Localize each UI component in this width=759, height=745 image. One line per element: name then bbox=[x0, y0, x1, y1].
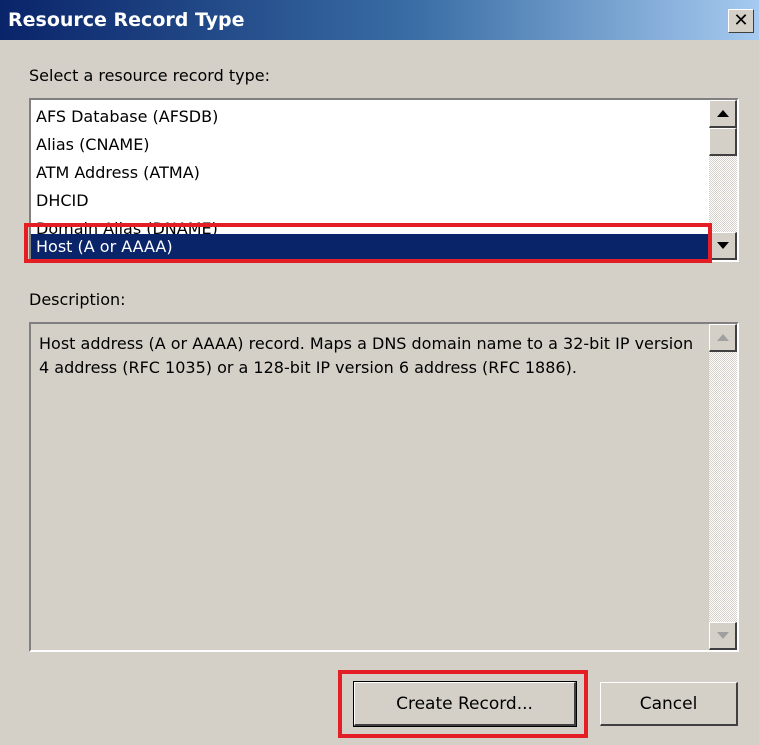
arrow-down-icon bbox=[716, 632, 729, 639]
description-label: Description: bbox=[29, 290, 126, 309]
description-scrollbar bbox=[709, 324, 737, 650]
record-type-label: Select a resource record type: bbox=[29, 66, 270, 85]
close-button[interactable]: ✕ bbox=[728, 9, 754, 33]
list-scroll-thumb[interactable] bbox=[709, 128, 737, 156]
arrow-up-icon bbox=[716, 334, 729, 341]
list-item-afsdb[interactable]: AFS Database (AFSDB) bbox=[31, 104, 711, 132]
title-bar: Resource Record Type ✕ bbox=[0, 0, 759, 40]
list-item-cname[interactable]: Alias (CNAME) bbox=[31, 132, 711, 160]
window-title: Resource Record Type bbox=[8, 9, 245, 31]
arrow-down-icon bbox=[716, 242, 729, 249]
cancel-button[interactable]: Cancel bbox=[600, 682, 738, 726]
desc-scroll-down-button bbox=[709, 622, 737, 650]
description-text: Host address (A or AAAA) record. Maps a … bbox=[39, 334, 694, 377]
desc-scroll-up-button bbox=[709, 324, 737, 352]
list-item-atma[interactable]: ATM Address (ATMA) bbox=[31, 160, 711, 188]
list-scroll-down-button[interactable] bbox=[709, 232, 737, 260]
close-icon: ✕ bbox=[733, 10, 749, 31]
selected-item-highlight bbox=[24, 223, 712, 263]
arrow-up-icon bbox=[716, 110, 729, 117]
create-record-highlight bbox=[338, 670, 588, 738]
list-item-dhcid[interactable]: DHCID bbox=[31, 188, 711, 216]
list-scrollbar[interactable] bbox=[709, 100, 737, 260]
description-box: Host address (A or AAAA) record. Maps a … bbox=[29, 322, 739, 652]
list-scroll-up-button[interactable] bbox=[709, 100, 737, 128]
